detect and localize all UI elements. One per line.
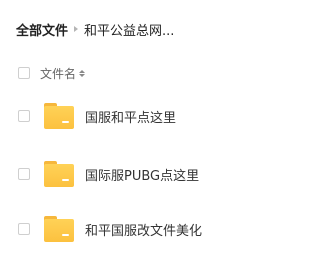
row-checkbox[interactable] [18, 223, 30, 235]
file-list-header: 文件名 [18, 64, 86, 82]
breadcrumb-separator-icon [74, 26, 79, 32]
column-header-filename[interactable]: 文件名 [40, 65, 76, 82]
row-checkbox[interactable] [18, 168, 30, 180]
list-item[interactable]: 国服和平点这里 [18, 99, 176, 133]
row-checkbox[interactable] [18, 110, 30, 122]
file-name[interactable]: 国服和平点这里 [85, 107, 176, 126]
folder-icon [44, 216, 74, 242]
list-item[interactable]: 和平国服改文件美化 [18, 212, 202, 246]
file-name[interactable]: 和平国服改文件美化 [85, 220, 202, 239]
folder-icon [44, 103, 74, 129]
breadcrumb-root-link[interactable]: 全部文件 [16, 20, 68, 39]
select-all-checkbox[interactable] [18, 67, 30, 79]
breadcrumb-current-folder: 和平公益总网... [84, 23, 175, 39]
list-item[interactable]: 国际服PUBG点这里 [18, 157, 199, 191]
sort-icon[interactable] [79, 69, 86, 77]
breadcrumb: 全部文件 和平公益总网... [16, 19, 174, 39]
folder-icon [44, 161, 74, 187]
file-name[interactable]: 国际服PUBG点这里 [85, 165, 199, 184]
